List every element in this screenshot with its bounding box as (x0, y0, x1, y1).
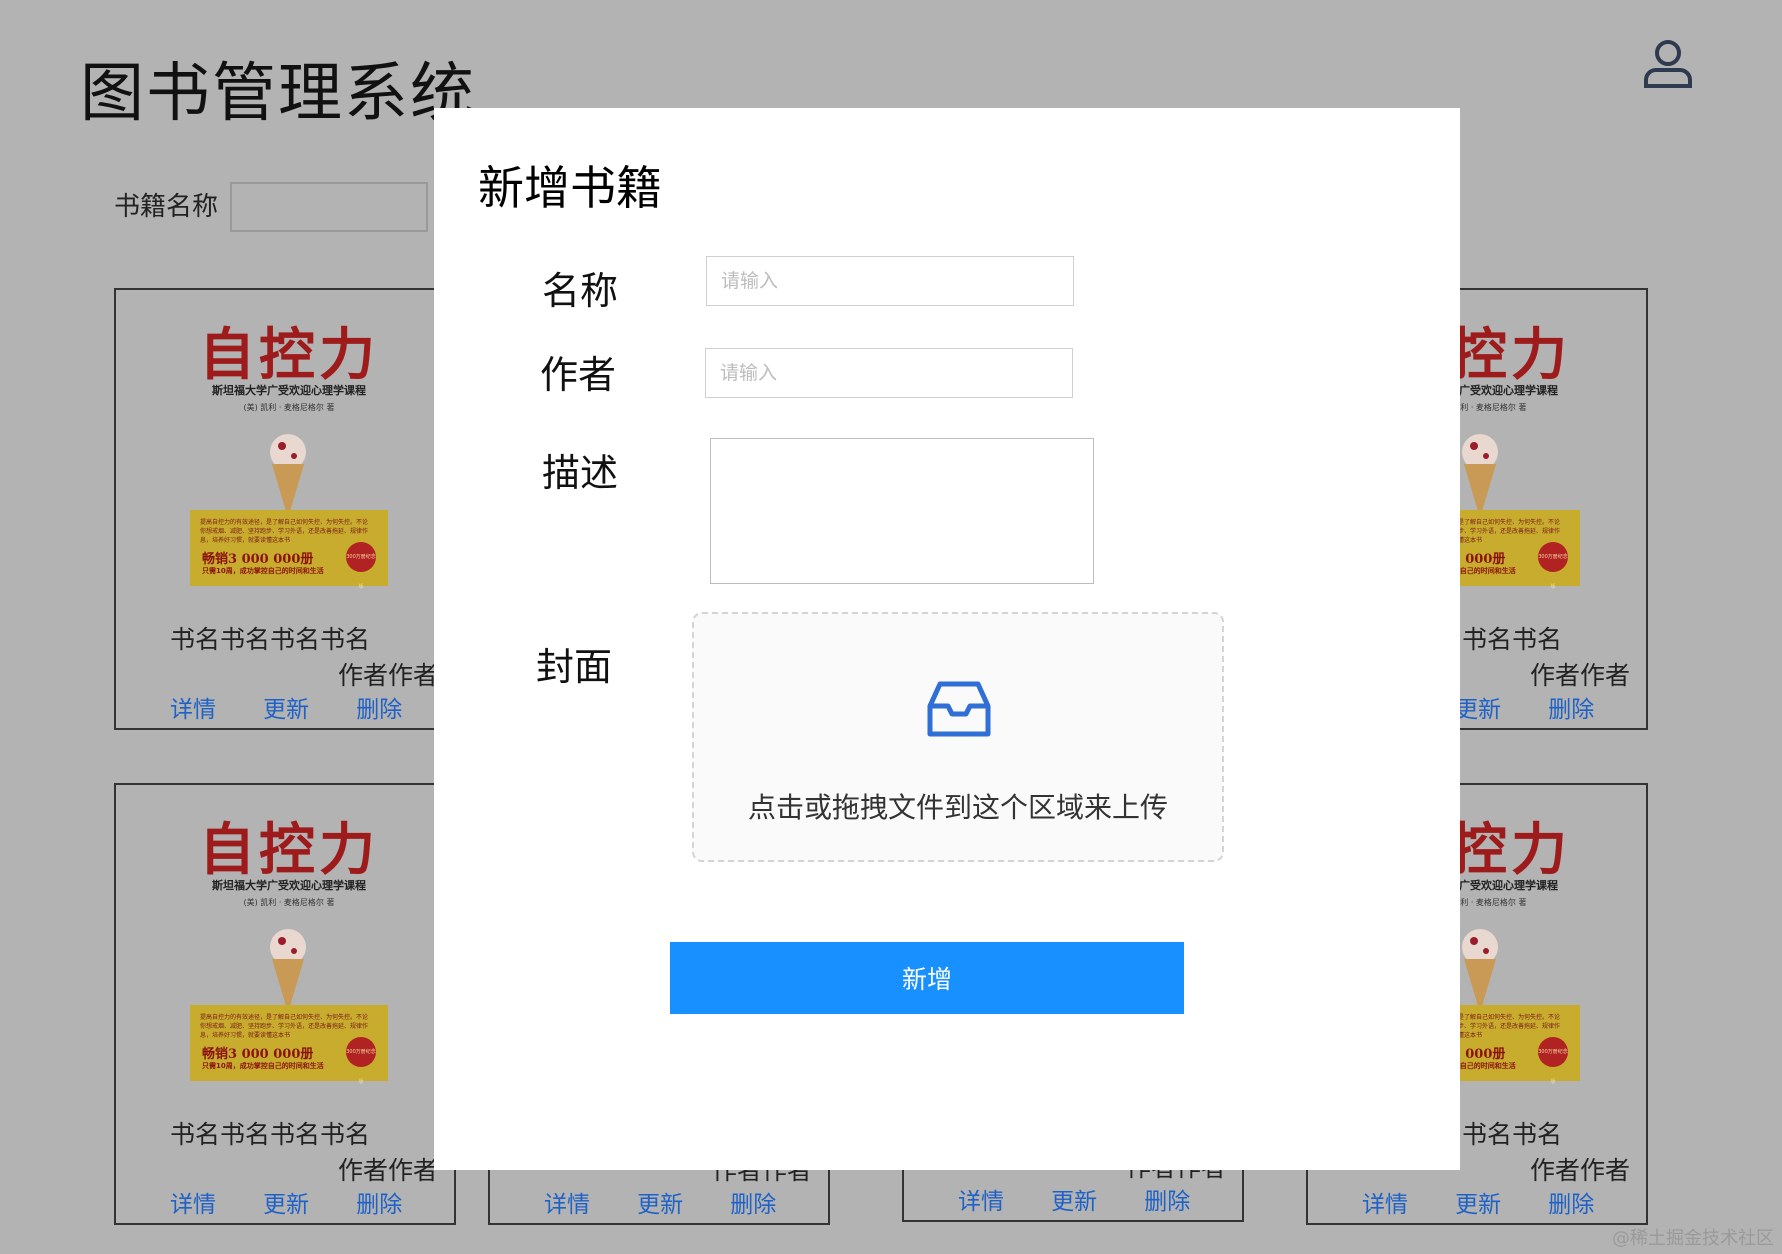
inbox-icon (927, 681, 991, 737)
cover-author: (美) 凯利 · 麦格尼格尔 著 (243, 403, 335, 412)
book-author: 作者作者 (337, 1156, 438, 1185)
delete-link[interactable]: 删除 (1548, 1192, 1594, 1218)
delete-link[interactable]: 删除 (1144, 1189, 1190, 1215)
description-label: 描述 (542, 451, 619, 495)
cover-author: (美) 凯利 · 麦格尼格尔 著 (243, 898, 335, 907)
cover-subtitle: 斯坦福大学广受欢迎心理学课程 (212, 384, 366, 397)
cover-subtitle: 斯坦福大学广受欢迎心理学课程 (212, 879, 366, 892)
detail-link[interactable]: 详情 (958, 1189, 1004, 1215)
book-cover: 自控力 斯坦福大学广受欢迎心理学课程 (美) 凯利 · 麦格尼格尔 著 提高自控… (186, 799, 392, 1085)
page-title: 图书管理系统 (80, 57, 476, 131)
cover-upload-dropzone[interactable]: 点击或拖拽文件到这个区域来上传 (692, 612, 1224, 862)
modal-title: 新增书籍 (478, 161, 662, 215)
card-actions: 详情 更新 删除 (170, 1185, 444, 1219)
card-actions: 详情 更新 删除 (1362, 1185, 1636, 1219)
name-label: 名称 (542, 269, 619, 313)
update-link[interactable]: 更新 (263, 1192, 309, 1218)
cover-seal: 300万册纪念版 (346, 1037, 376, 1085)
cover-band-text: 提高自控力的有效途径，是了解自己如何失控、为何失控。不论你想戒烟、减肥、坚持跑步… (200, 519, 369, 544)
book-card: 自控力 斯坦福大学广受欢迎心理学课程 (美) 凯利 · 麦格尼格尔 著 提高自控… (114, 288, 456, 730)
add-book-modal: 新增书籍 名称 作者 描述 封面 点击或拖拽文件到这个区域来上传 新增 (434, 108, 1460, 1170)
cover-seal: 300万册纪念版 (1538, 1037, 1568, 1085)
cover-label: 封面 (536, 645, 613, 689)
name-input[interactable] (706, 256, 1074, 306)
detail-link[interactable]: 详情 (544, 1192, 590, 1218)
delete-link[interactable]: 删除 (1548, 697, 1594, 723)
search-label: 书籍名称 (114, 192, 219, 222)
book-author: 作者作者 (337, 661, 438, 690)
cover-seal: 300万册纪念版 (1538, 542, 1568, 590)
cover-title: 自控力 (199, 817, 379, 883)
upload-hint: 点击或拖拽文件到这个区域来上传 (747, 791, 1168, 824)
detail-link[interactable]: 详情 (1362, 1192, 1408, 1218)
detail-link[interactable]: 详情 (170, 697, 216, 723)
book-card: 自控力 斯坦福大学广受欢迎心理学课程 (美) 凯利 · 麦格尼格尔 著 提高自控… (114, 783, 456, 1225)
submit-button[interactable]: 新增 (670, 942, 1184, 1014)
cover-title: 自控力 (199, 322, 379, 388)
ice-cream-image (1462, 929, 1498, 1013)
search-input[interactable] (230, 182, 428, 232)
ice-cream-image (270, 434, 306, 518)
card-actions: 详情 更新 删除 (958, 1182, 1232, 1216)
author-input[interactable] (705, 348, 1073, 398)
cover-band: 提高自控力的有效途径，是了解自己如何失控、为何失控。不论你想戒烟、减肥、坚持跑步… (190, 1005, 388, 1085)
cover-tagline: 只需10周，成功掌控自己的时间和生活 (202, 1062, 324, 1070)
delete-link[interactable]: 删除 (730, 1192, 776, 1218)
book-author: 作者作者 (1529, 1156, 1630, 1185)
cover-seal: 300万册纪念版 (346, 542, 376, 590)
card-actions: 详情 更新 删除 (544, 1185, 818, 1219)
update-link[interactable]: 更新 (637, 1192, 683, 1218)
author-label: 作者 (540, 353, 617, 397)
user-icon[interactable] (1640, 36, 1696, 92)
book-name: 书名书名书名书名 (170, 1120, 371, 1149)
book-author: 作者作者 (1529, 661, 1630, 690)
card-actions: 详情 更新 删除 (170, 690, 444, 724)
update-link[interactable]: 更新 (1455, 697, 1501, 723)
cover-tagline: 只需10周，成功掌控自己的时间和生活 (202, 567, 324, 575)
cover-sales-text: 畅销3 000 000册 (202, 1047, 314, 1062)
book-cover: 自控力 斯坦福大学广受欢迎心理学课程 (美) 凯利 · 麦格尼格尔 著 提高自控… (186, 304, 392, 590)
watermark: @稀土掘金技术社区 (1612, 1228, 1774, 1249)
update-link[interactable]: 更新 (263, 697, 309, 723)
description-textarea[interactable] (710, 438, 1094, 584)
cover-band-text: 提高自控力的有效途径，是了解自己如何失控、为何失控。不论你想戒烟、减肥、坚持跑步… (200, 1014, 369, 1039)
update-link[interactable]: 更新 (1051, 1189, 1097, 1215)
delete-link[interactable]: 删除 (356, 1192, 402, 1218)
detail-link[interactable]: 详情 (170, 1192, 216, 1218)
cover-sales-text: 畅销3 000 000册 (202, 552, 314, 567)
ice-cream-image (270, 929, 306, 1013)
cover-band: 提高自控力的有效途径，是了解自己如何失控、为何失控。不论你想戒烟、减肥、坚持跑步… (190, 510, 388, 590)
delete-link[interactable]: 删除 (356, 697, 402, 723)
book-name: 书名书名书名书名 (170, 625, 371, 654)
update-link[interactable]: 更新 (1455, 1192, 1501, 1218)
ice-cream-image (1462, 434, 1498, 518)
